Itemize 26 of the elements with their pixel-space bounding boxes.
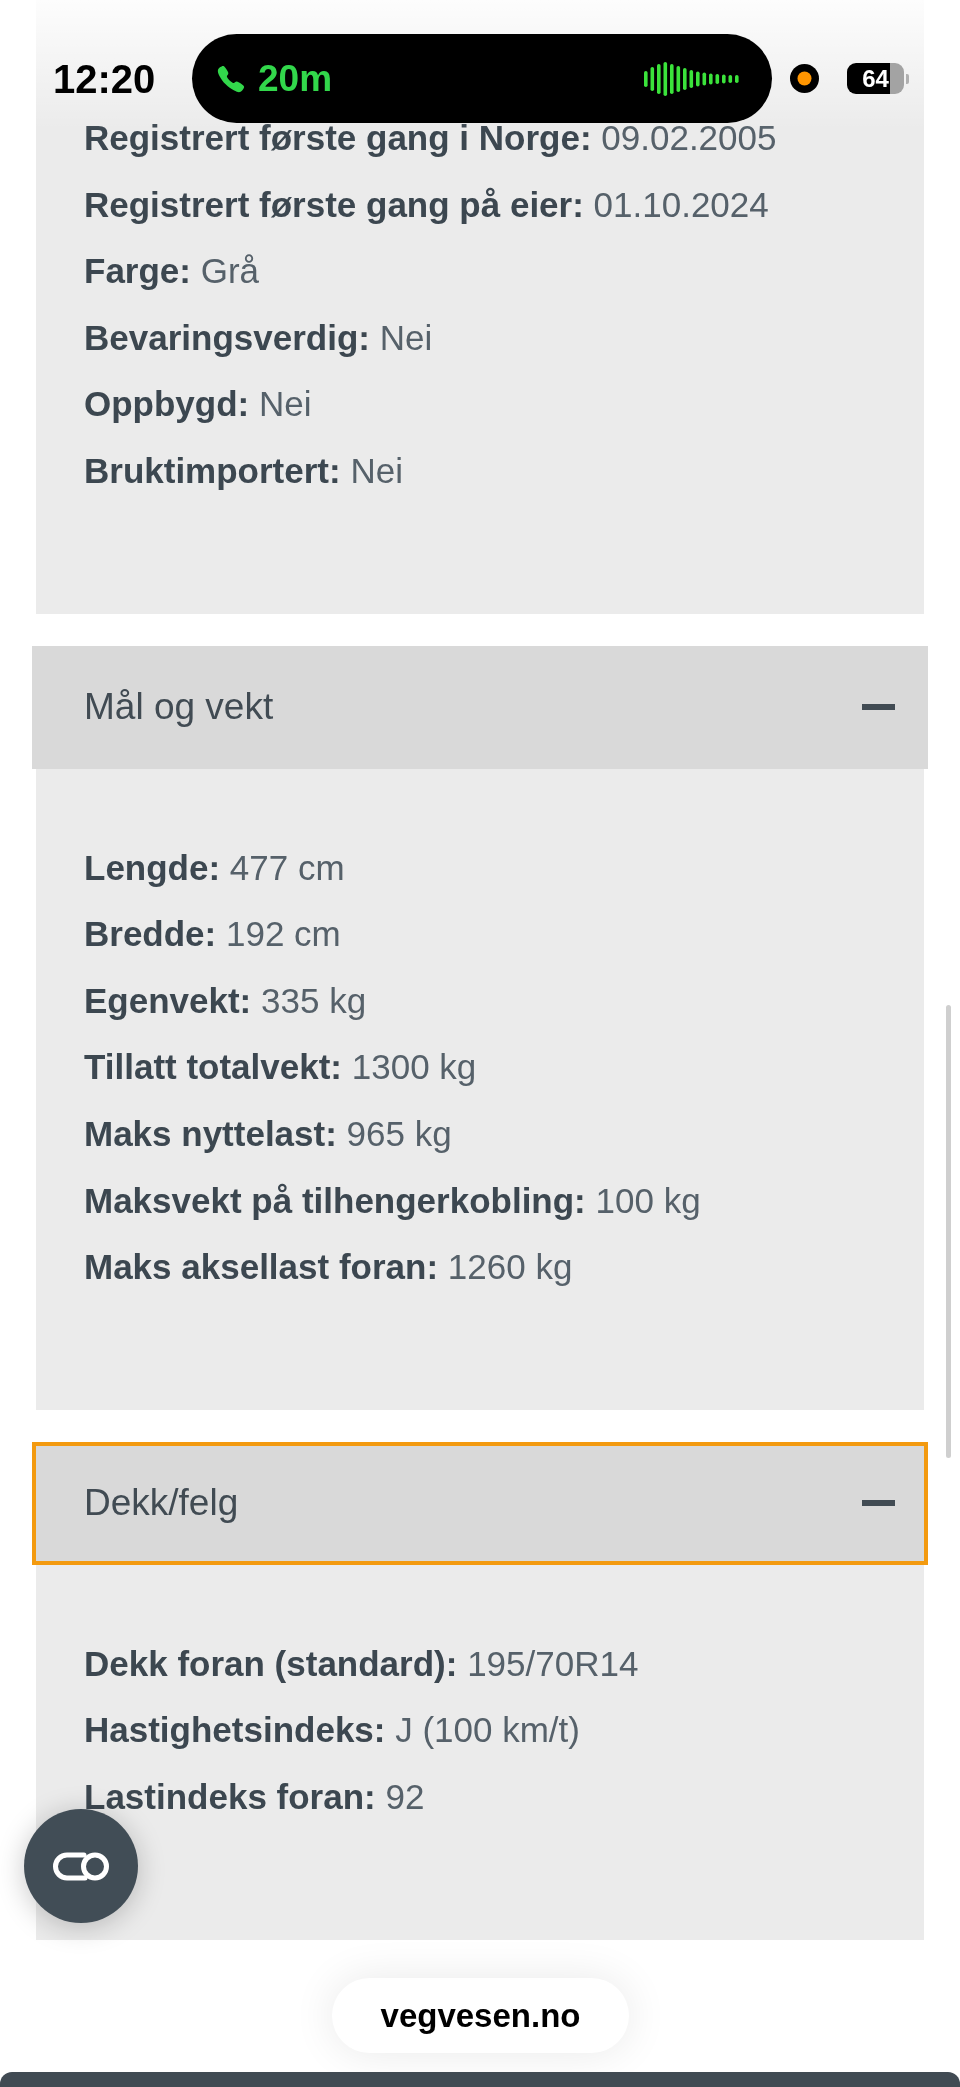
detail-text: Bevaringsverdig: Nei (84, 316, 433, 359)
detail-text: Bruktimportert: Nei (84, 449, 403, 492)
detail-text: Tillatt totalvekt: 1300 kg (84, 1046, 477, 1089)
detail-text: Oppbygd: Nei (84, 383, 312, 426)
detail-text: Bredde: 192 cm (84, 913, 341, 956)
battery-indicator: 64 (847, 63, 909, 94)
call-status-pill[interactable]: 20m (192, 34, 772, 123)
detail-text: Lastindeks foran: 92 (84, 1775, 425, 1818)
address-bar[interactable]: vegvesen.no (332, 1978, 629, 2053)
detail-text: Lengde: 477 cm (84, 846, 345, 889)
detail-text: Registrert første gang på eier: 01.10.2024 (84, 183, 769, 226)
waveform-icon (644, 61, 741, 96)
detail-text: Maksvekt på tilhengerkobling: 100 kg (84, 1179, 701, 1222)
detail-text: Hastighetsindeks: J (100 km/t) (84, 1709, 580, 1752)
detail-text: Farge: Grå (84, 250, 260, 293)
status-time: 12:20 (53, 58, 157, 99)
toggle-icon (51, 1850, 111, 1882)
accordion-header[interactable]: Dekk/felg (32, 1441, 928, 1565)
detail-text: Maks nyttelast: 965 kg (84, 1112, 452, 1155)
detail-text: Maks aksellast foran: 1260 kg (84, 1246, 573, 1289)
accordion-header[interactable]: Mål og vekt (32, 645, 928, 769)
detail-text: Dekk foran (standard): 195/70R14 (84, 1642, 639, 1685)
detail-text: Egenvekt: 335 kg (84, 979, 367, 1022)
call-duration: 20m (258, 60, 333, 97)
phone-icon (216, 63, 246, 94)
status-dot-icon (790, 64, 819, 93)
